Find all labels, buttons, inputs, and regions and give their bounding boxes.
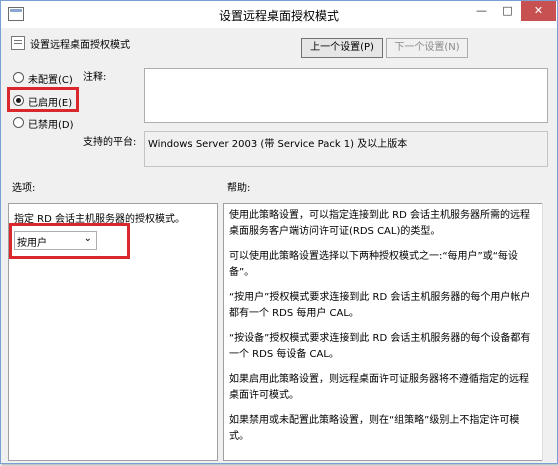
radio-circle[interactable] (13, 72, 24, 83)
radio-label: 已禁用(D) (28, 120, 74, 131)
radio-circle[interactable] (13, 117, 24, 128)
minimize-button[interactable]: — (469, 1, 494, 21)
help-paragraph: “按设备”授权模式要求连接到此 RD 会话主机服务器的每个设备都有一个 RDS … (229, 333, 531, 360)
close-button[interactable]: ✕ (521, 1, 556, 21)
radio-label: 未配置(C) (28, 75, 73, 86)
previous-setting-button[interactable]: 上一个设置(P) (301, 38, 383, 58)
supported-platform-value: Windows Server 2003 (带 Service Pack 1) 及… (148, 139, 408, 150)
title-bar[interactable]: 设置远程桌面授权模式 — □ ✕ (1, 1, 557, 28)
help-scrollbar[interactable] (542, 203, 556, 461)
help-paragraph: 使用此策略设置，可以指定连接到此 RD 会话主机服务器所需的远程桌面服务客户端访… (229, 210, 531, 237)
options-header: 选项: (12, 183, 36, 194)
help-panel: 使用此策略设置，可以指定连接到此 RD 会话主机服务器所需的远程桌面服务客户端访… (223, 203, 544, 461)
comment-label: 注释: (83, 72, 107, 83)
policy-dialog-window: 设置远程桌面授权模式 — □ ✕ 设置远程桌面授权模式 上一个设置(P) 下一个… (0, 0, 558, 464)
help-paragraph: 可以使用此策略设置选择以下两种授权模式之一:“每用户”或“每设备”。 (229, 251, 518, 278)
maximize-button[interactable]: □ (495, 1, 520, 21)
policy-name: 设置远程桌面授权模式 (30, 40, 130, 51)
supported-platform-label: 支持的平台: (83, 137, 137, 148)
supported-platform-field: Windows Server 2003 (带 Service Pack 1) 及… (144, 131, 548, 167)
help-paragraph: 如果禁用或未配置此策略设置，则在“组策略”级别上不指定许可模式。 (229, 415, 520, 442)
help-text: 使用此策略设置，可以指定连接到此 RD 会话主机服务器所需的远程桌面服务客户端访… (229, 208, 537, 454)
policy-setting-icon (11, 36, 25, 50)
next-setting-button[interactable]: 下一个设置(N) (386, 38, 468, 58)
enabled-highlight-frame (7, 87, 79, 112)
comment-textarea[interactable] (144, 68, 548, 123)
help-paragraph: 如果启用此策略设置，则远程桌面许可证服务器将不遵循指定的远程桌面许可模式。 (229, 374, 529, 401)
help-header: 帮助: (227, 183, 251, 194)
help-paragraph: “按用户”授权模式要求连接到此 RD 会话主机服务器的每个用户帐户都有一个 RD… (229, 292, 531, 319)
dropdown-highlight-frame (9, 223, 130, 259)
